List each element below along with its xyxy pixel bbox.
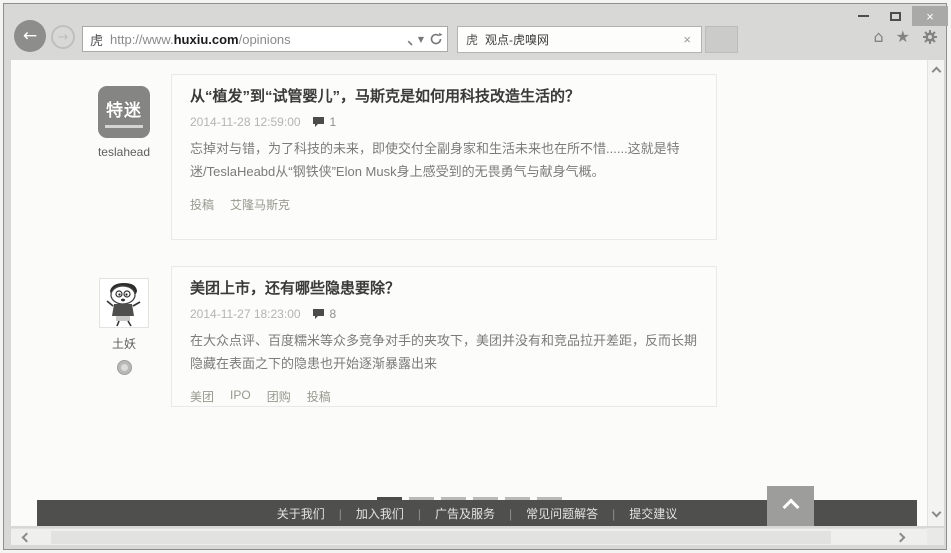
comment-count[interactable]: 8 <box>330 307 337 321</box>
forward-button[interactable]: → <box>51 25 75 49</box>
tag[interactable]: 投稿 <box>190 196 214 213</box>
article-excerpt: 忘掉对与错，为了科技的未来，即使交付全副身家和生活未来也在所不惜......这就… <box>190 138 700 184</box>
refresh-icon[interactable] <box>429 32 443 46</box>
maximize-icon <box>890 12 901 21</box>
maximize-button[interactable] <box>880 6 910 26</box>
comment-count[interactable]: 1 <box>330 115 337 129</box>
navigation-bar: ← → 虎 http://www.huxiu.com/opinions ▼ 虎 … <box>4 28 946 60</box>
article-tags: 美团 IPO 团购 投稿 <box>190 388 700 405</box>
tag[interactable]: IPO <box>230 388 251 405</box>
tag[interactable]: 艾隆马斯克 <box>230 196 290 213</box>
page-viewport: 特迷 teslahead 从“植发”到“试管婴儿”，马斯克是如何用科技改造生活的… <box>11 60 928 526</box>
article-meta: 2014-11-28 12:59:00 1 <box>190 115 700 129</box>
footer-separator: | <box>339 507 342 521</box>
close-icon: × <box>926 9 934 24</box>
tab-close-icon[interactable]: × <box>681 32 693 47</box>
tab-favicon: 虎 <box>466 31 478 48</box>
scroll-left-button[interactable] <box>23 529 30 545</box>
comment-bubble-icon[interactable] <box>312 116 325 128</box>
cartoon-avatar-image <box>100 279 148 327</box>
footer-link-ads[interactable]: 广告及服务 <box>435 505 495 522</box>
chevron-left-icon <box>22 532 32 542</box>
forward-arrow-icon: → <box>58 30 69 45</box>
scroll-up-button[interactable] <box>928 68 944 75</box>
back-button[interactable]: ← <box>14 20 46 52</box>
scroll-down-button[interactable] <box>928 509 944 516</box>
tag[interactable]: 美团 <box>190 388 214 405</box>
avatar-caption-strip <box>105 125 143 128</box>
settings-gear-icon[interactable] <box>922 29 938 45</box>
article-meta: 2014-11-27 18:23:00 8 <box>190 307 700 321</box>
footer-link-join[interactable]: 加入我们 <box>356 505 404 522</box>
scrollbar-corner <box>927 528 944 545</box>
chevron-down-icon <box>931 508 941 518</box>
footer-link-feedback[interactable]: 提交建议 <box>629 505 677 522</box>
back-arrow-icon: ← <box>23 26 37 46</box>
tag[interactable]: 团购 <box>267 388 291 405</box>
back-to-top-button[interactable] <box>767 486 814 526</box>
footer-link-about[interactable]: 关于我们 <box>277 505 325 522</box>
article-date: 2014-11-28 12:59:00 <box>190 115 301 129</box>
scroll-right-button[interactable] <box>897 529 904 545</box>
footer-separator: | <box>509 507 512 521</box>
username[interactable]: 土妖 <box>69 335 179 352</box>
title-bar: × <box>4 4 946 28</box>
username[interactable]: teslahead <box>69 145 179 159</box>
home-icon[interactable]: ⌂ <box>874 28 884 46</box>
footer-separator: | <box>612 507 615 521</box>
scrollbar-thumb[interactable] <box>51 531 831 544</box>
search-icon[interactable] <box>400 33 413 46</box>
tab-title: 观点-虎嗅网 <box>485 31 681 48</box>
chevron-up-icon <box>931 67 941 77</box>
chevron-right-icon <box>896 532 906 542</box>
author-column: 土妖 <box>69 278 179 375</box>
search-dropdown-icon[interactable]: ▼ <box>418 35 424 44</box>
avatar[interactable] <box>99 278 149 328</box>
address-bar[interactable]: 虎 http://www.huxiu.com/opinions ▼ <box>82 26 448 52</box>
article-title[interactable]: 美团上市，还有哪些隐患要除？ <box>190 279 700 299</box>
badge-icon <box>117 360 132 375</box>
article-title[interactable]: 从“植发”到“试管婴儿”，马斯克是如何用科技改造生活的？ <box>190 87 700 107</box>
tag[interactable]: 投稿 <box>307 388 331 405</box>
footer-separator: | <box>418 507 421 521</box>
chrome-toolbar: ⌂ ★ <box>874 28 939 46</box>
address-tools: ▼ <box>400 32 443 46</box>
avatar-logo-text: 特迷 <box>106 96 142 121</box>
article-date: 2014-11-27 18:23:00 <box>190 307 301 321</box>
comment-bubble-icon[interactable] <box>312 308 325 320</box>
article-tags: 投稿 艾隆马斯克 <box>190 196 700 213</box>
article-card: 美团上市，还有哪些隐患要除？ 2014-11-27 18:23:00 8 在大众… <box>171 266 717 407</box>
author-column: 特迷 teslahead <box>69 86 179 159</box>
minimize-button[interactable] <box>848 6 878 26</box>
article-card: 从“植发”到“试管婴儿”，马斯克是如何用科技改造生活的？ 2014-11-28 … <box>171 74 717 240</box>
favorites-star-icon[interactable]: ★ <box>896 28 910 46</box>
url-text[interactable]: http://www.huxiu.com/opinions <box>110 32 400 47</box>
vertical-scrollbar[interactable] <box>927 60 944 526</box>
minimize-icon <box>858 15 869 17</box>
article-excerpt: 在大众点评、百度糯米等众多竞争对手的夹攻下，美团并没有和竞品拉开差距，反而长期隐… <box>190 330 700 376</box>
new-tab-button[interactable] <box>705 26 738 53</box>
footer-link-faq[interactable]: 常见问题解答 <box>526 505 598 522</box>
close-button[interactable]: × <box>912 6 948 26</box>
site-favicon: 虎 <box>90 30 103 49</box>
browser-tab[interactable]: 虎 观点-虎嗅网 × <box>457 26 702 53</box>
browser-window: × ← → 虎 http://www.huxiu.com/opinions ▼ … <box>3 3 947 550</box>
chevron-up-icon <box>782 498 799 515</box>
avatar[interactable]: 特迷 <box>98 86 150 138</box>
horizontal-scrollbar[interactable] <box>11 528 928 545</box>
